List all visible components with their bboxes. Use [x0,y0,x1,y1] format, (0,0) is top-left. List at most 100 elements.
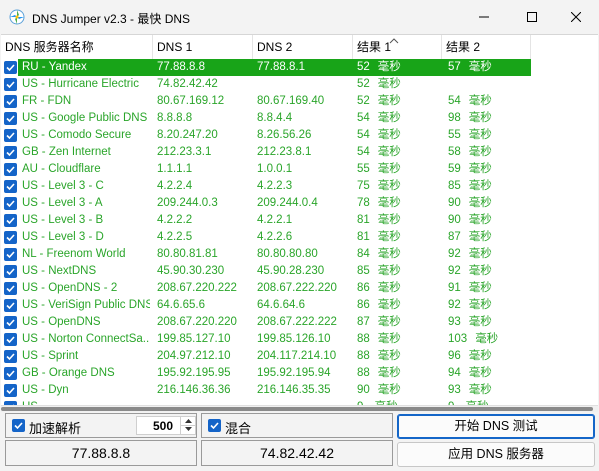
table-row[interactable]: US - Level 3 - A 209.244.0.3 209.244.0.4 78… [1,195,598,212]
result-unit: 毫秒 [468,282,492,294]
apply-dns-button[interactable]: 应用 DNS 服务器 [397,442,595,467]
row-checkbox[interactable] [4,129,17,142]
dns1-address: 195.92.195.95 [157,367,231,379]
fast-resolve-panel: 加速解析 500 [5,413,197,438]
row-checkbox[interactable] [4,78,17,91]
table-row[interactable]: US - Hurricane Electric 74.82.42.42 52 毫秒 [1,76,598,93]
row-checkbox[interactable] [4,231,17,244]
stepper-down-button[interactable] [181,425,195,433]
result-unit: 毫秒 [468,163,492,175]
result1-value: 54 毫秒 [357,110,441,127]
result-unit: 毫秒 [377,299,401,311]
server-name: US - VeriSign Public DNS [22,299,150,311]
result2-value: 103 毫秒 [448,331,532,348]
result-unit: 毫秒 [377,214,401,226]
result-unit: 毫秒 [468,180,492,192]
row-checkbox[interactable] [4,163,17,176]
speed-value[interactable]: 500 [143,419,173,433]
table-row[interactable]: US - Norton ConnectSa... 199.85.127.10 199… [1,331,598,348]
result1-value: 88 毫秒 [357,331,441,348]
fast-resolve-checkbox[interactable] [12,419,25,432]
result1-value: 88 毫秒 [357,365,441,382]
row-checkbox[interactable] [4,265,17,278]
table-row[interactable]: GB - Orange DNS 195.92.195.95 195.92.195.9… [1,365,598,382]
table-row[interactable]: US - Sprint 204.97.212.10 204.117.214.10 88… [1,348,598,365]
table-row[interactable]: US - Dyn 216.146.36.36 216.146.35.35 90 毫秒 93… [1,382,598,399]
table-row[interactable]: US - OpenDNS 208.67.220.220 208.67.222.222… [1,314,598,331]
table-row[interactable]: FR - FDN 80.67.169.12 80.67.169.40 52 毫秒 54 毫秒 [1,93,598,110]
row-checkbox[interactable] [4,299,17,312]
column-header-dns1[interactable]: DNS 1 [153,35,253,59]
server-name: NL - Freenom World [22,248,126,260]
row-checkbox[interactable] [4,350,17,363]
table-row[interactable]: GB - Zen Internet 212.23.3.1 212.23.8.1 54 毫… [1,144,598,161]
dns2-address: 208.67.222.220 [257,282,337,294]
server-name: US - Level 3 - D [22,231,104,243]
result-unit: 毫秒 [377,61,401,73]
table-row[interactable]: US - Level 3 - B 4.2.2.2 4.2.2.1 81 毫秒 90 毫秒 [1,212,598,229]
row-checkbox[interactable] [4,180,17,193]
row-checkbox[interactable] [4,282,17,295]
dns-server-list[interactable]: DNS 服务器名称 DNS 1 DNS 2 结果 1 结果 2 RU - Yan… [1,34,598,406]
server-name: US - Norton ConnectSa... [22,333,150,345]
horizontal-scrollbar[interactable] [1,405,598,412]
table-row[interactable]: US - Google Public DNS 8.8.8.8 8.8.4.4 54 毫秒… [1,110,598,127]
table-row[interactable]: US - VeriSign Public DNS 64.6.65.6 64.6.64… [1,297,598,314]
result1-value: 85 毫秒 [357,263,441,280]
result-number: 85 [448,180,461,192]
maximize-button[interactable] [509,0,555,34]
result-number: 86 [357,299,370,311]
row-checkbox[interactable] [4,112,17,125]
checkmark-icon [6,353,15,361]
result2-value: 92 毫秒 [448,263,532,280]
table-row[interactable]: NL - Freenom World 80.80.81.81 80.80.80.80… [1,246,598,263]
row-checkbox[interactable] [4,316,17,329]
row-checkbox[interactable] [4,214,17,227]
table-row[interactable]: US - Comodo Secure 8.20.247.20 8.26.56.26 5… [1,127,598,144]
checkmark-icon [6,387,15,395]
result-unit: 毫秒 [468,384,492,396]
table-row[interactable]: US - OpenDNS - 2 208.67.220.222 208.67.222… [1,280,598,297]
scrollbar-thumb[interactable] [1,407,593,411]
table-row[interactable]: AU - Cloudflare 1.1.1.1 1.0.0.1 55 毫秒 59 毫秒 [1,161,598,178]
row-checkbox[interactable] [4,333,17,346]
dns1-address: 8.8.8.8 [157,112,193,124]
result1-value: 54 毫秒 [357,127,441,144]
result2-value: 98 毫秒 [448,110,532,127]
column-header-result2[interactable]: 结果 2 [442,35,531,59]
server-name: FR - FDN [22,95,72,107]
table-row[interactable]: US - Level 3 - D 4.2.2.5 4.2.2.6 81 毫秒 87 毫秒 [1,229,598,246]
result2-value: 96 毫秒 [448,348,532,365]
result-number: 52 [357,95,370,107]
table-row[interactable]: US - Level 3 - C 4.2.2.4 4.2.2.3 75 毫秒 85 毫秒 [1,178,598,195]
checkmark-icon [6,183,15,191]
table-row[interactable]: US - NextDNS 45.90.30.230 45.90.28.230 85 毫秒… [1,263,598,280]
start-dns-test-button[interactable]: 开始 DNS 测试 [397,414,595,439]
close-button[interactable] [553,0,599,34]
row-checkbox[interactable] [4,197,17,210]
checkmark-icon [6,336,15,344]
speed-stepper[interactable]: 500 [136,416,196,435]
server-name: US - NextDNS [22,265,97,277]
row-checkbox[interactable] [4,61,17,74]
column-header-dns2[interactable]: DNS 2 [253,35,353,59]
checkmark-icon [210,422,219,430]
dns1-address: 204.97.212.10 [157,350,231,362]
row-checkbox[interactable] [4,146,17,159]
table-row[interactable]: RU - Yandex 77.88.8.8 77.88.8.1 52 毫秒 57 毫秒 [1,59,598,76]
dns1-address: 80.80.81.81 [157,248,218,260]
mix-checkbox[interactable] [208,419,221,432]
dns1-address: 208.67.220.222 [157,282,237,294]
row-checkbox[interactable] [4,384,17,397]
row-checkbox[interactable] [4,248,17,261]
minimize-button[interactable] [461,0,507,34]
result-unit: 毫秒 [468,316,492,328]
result-unit: 毫秒 [468,95,492,107]
result-number: 92 [448,265,461,277]
row-checkbox[interactable] [4,95,17,108]
result-unit: 毫秒 [377,231,401,243]
row-checkbox[interactable] [4,367,17,380]
result-unit: 毫秒 [468,197,492,209]
result-number: 103 [448,333,468,345]
column-header-name[interactable]: DNS 服务器名称 [1,35,153,59]
